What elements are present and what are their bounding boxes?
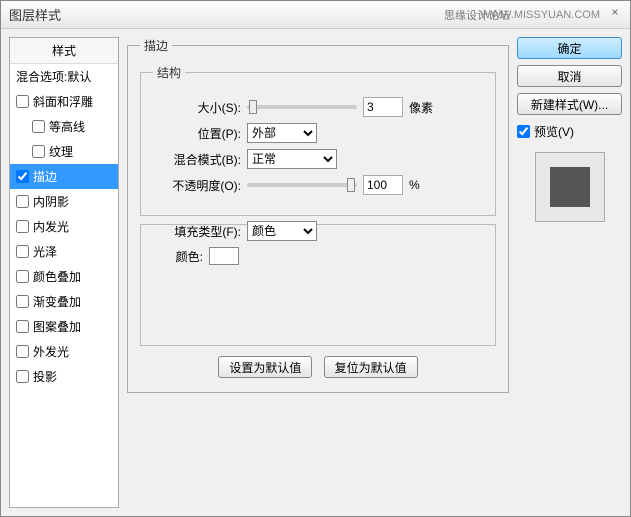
- sidebar-item-label: 内阴影: [33, 193, 69, 210]
- slider-thumb-icon[interactable]: [347, 178, 355, 192]
- set-default-button[interactable]: 设置为默认值: [218, 356, 312, 378]
- sidebar-item-label: 内发光: [33, 218, 69, 235]
- position-row: 位置(P): 外部: [153, 123, 483, 143]
- style-checkbox[interactable]: [32, 120, 45, 133]
- sidebar-heading: 样式: [10, 38, 118, 64]
- sidebar-item-label: 外发光: [33, 343, 69, 360]
- reset-default-button[interactable]: 复位为默认值: [324, 356, 418, 378]
- preview-box: [535, 152, 605, 222]
- sidebar-item[interactable]: 光泽: [10, 239, 118, 264]
- styles-sidebar: 样式 混合选项:默认 斜面和浮雕等高线纹理描边内阴影内发光光泽颜色叠加渐变叠加图…: [9, 37, 119, 508]
- color-label: 颜色:: [153, 248, 203, 265]
- style-checkbox[interactable]: [16, 95, 29, 108]
- sidebar-item[interactable]: 外发光: [10, 339, 118, 364]
- fill-group: 填充类型(F): 颜色 颜色:: [140, 224, 496, 346]
- sidebar-item[interactable]: 颜色叠加: [10, 264, 118, 289]
- opacity-input[interactable]: [363, 175, 403, 195]
- sidebar-item[interactable]: 渐变叠加: [10, 289, 118, 314]
- stroke-fieldset: 描边 结构 大小(S): 像素 位置(P): 外部: [127, 37, 509, 393]
- opacity-slider[interactable]: [247, 183, 357, 187]
- size-unit: 像素: [409, 99, 433, 116]
- sidebar-blend-options[interactable]: 混合选项:默认: [10, 64, 118, 89]
- sidebar-item-label: 等高线: [49, 118, 85, 135]
- style-checkbox[interactable]: [16, 170, 29, 183]
- preview-checkbox[interactable]: [517, 125, 530, 138]
- color-swatch[interactable]: [209, 247, 239, 265]
- size-slider[interactable]: [247, 105, 357, 109]
- size-label: 大小(S):: [153, 99, 241, 116]
- slider-thumb-icon[interactable]: [249, 100, 257, 114]
- opacity-row: 不透明度(O): %: [153, 175, 483, 195]
- sidebar-item-label: 渐变叠加: [33, 293, 81, 310]
- preview-swatch: [550, 167, 590, 207]
- style-checkbox[interactable]: [16, 220, 29, 233]
- dialog-body: 样式 混合选项:默认 斜面和浮雕等高线纹理描边内阴影内发光光泽颜色叠加渐变叠加图…: [1, 29, 630, 516]
- style-checkbox[interactable]: [16, 345, 29, 358]
- layer-style-dialog: 图层样式 思缘设计论坛 WWW.MISSYUAN.COM × 样式 混合选项:默…: [0, 0, 631, 517]
- style-checkbox[interactable]: [16, 195, 29, 208]
- sidebar-item-label: 图案叠加: [33, 318, 81, 335]
- settings-panel: 描边 结构 大小(S): 像素 位置(P): 外部: [127, 37, 509, 508]
- style-checkbox[interactable]: [16, 245, 29, 258]
- new-style-button[interactable]: 新建样式(W)...: [517, 93, 622, 115]
- sidebar-item[interactable]: 等高线: [10, 114, 118, 139]
- style-checkbox[interactable]: [32, 145, 45, 158]
- watermark-url: WWW.MISSYUAN.COM: [480, 9, 600, 21]
- sidebar-blend-label: 混合选项:默认: [16, 68, 91, 85]
- blend-label: 混合模式(B):: [153, 151, 241, 168]
- sidebar-item-label: 斜面和浮雕: [33, 93, 93, 110]
- sidebar-item-label: 描边: [33, 168, 57, 185]
- sidebar-item[interactable]: 投影: [10, 364, 118, 389]
- ok-button[interactable]: 确定: [517, 37, 622, 59]
- sidebar-item[interactable]: 纹理: [10, 139, 118, 164]
- sidebar-item[interactable]: 描边: [10, 164, 118, 189]
- blend-select[interactable]: 正常: [247, 149, 337, 169]
- close-icon[interactable]: ×: [606, 5, 624, 21]
- preview-row: 预览(V): [517, 121, 622, 142]
- fill-select[interactable]: 颜色: [247, 221, 317, 241]
- titlebar: 图层样式 思缘设计论坛 WWW.MISSYUAN.COM ×: [1, 1, 630, 29]
- size-row: 大小(S): 像素: [153, 97, 483, 117]
- main-area: 描边 结构 大小(S): 像素 位置(P): 外部: [127, 37, 622, 508]
- size-input[interactable]: [363, 97, 403, 117]
- style-checkbox[interactable]: [16, 370, 29, 383]
- sidebar-item[interactable]: 内发光: [10, 214, 118, 239]
- panel-title: 描边: [140, 37, 172, 54]
- structure-group: 结构 大小(S): 像素 位置(P): 外部 混合模式(B):: [140, 64, 496, 216]
- color-row: 颜色:: [153, 247, 483, 265]
- sidebar-item[interactable]: 内阴影: [10, 189, 118, 214]
- opacity-label: 不透明度(O):: [153, 177, 241, 194]
- structure-legend: 结构: [153, 64, 185, 81]
- sidebar-item[interactable]: 斜面和浮雕: [10, 89, 118, 114]
- button-row: 设置为默认值 复位为默认值: [140, 356, 496, 378]
- window-title: 图层样式: [9, 5, 61, 24]
- fill-label: 填充类型(F):: [153, 223, 241, 240]
- blend-row: 混合模式(B): 正常: [153, 149, 483, 169]
- style-checkbox[interactable]: [16, 320, 29, 333]
- position-label: 位置(P):: [153, 125, 241, 142]
- cancel-button[interactable]: 取消: [517, 65, 622, 87]
- sidebar-item-label: 光泽: [33, 243, 57, 260]
- sidebar-item-label: 颜色叠加: [33, 268, 81, 285]
- right-column: 确定 取消 新建样式(W)... 预览(V): [517, 37, 622, 508]
- sidebar-item[interactable]: 图案叠加: [10, 314, 118, 339]
- sidebar-item-label: 纹理: [49, 143, 73, 160]
- sidebar-item-label: 投影: [33, 368, 57, 385]
- style-checkbox[interactable]: [16, 270, 29, 283]
- style-checkbox[interactable]: [16, 295, 29, 308]
- preview-label: 预览(V): [534, 123, 574, 140]
- fill-row: 填充类型(F): 颜色: [153, 221, 483, 241]
- position-select[interactable]: 外部: [247, 123, 317, 143]
- opacity-unit: %: [409, 178, 420, 192]
